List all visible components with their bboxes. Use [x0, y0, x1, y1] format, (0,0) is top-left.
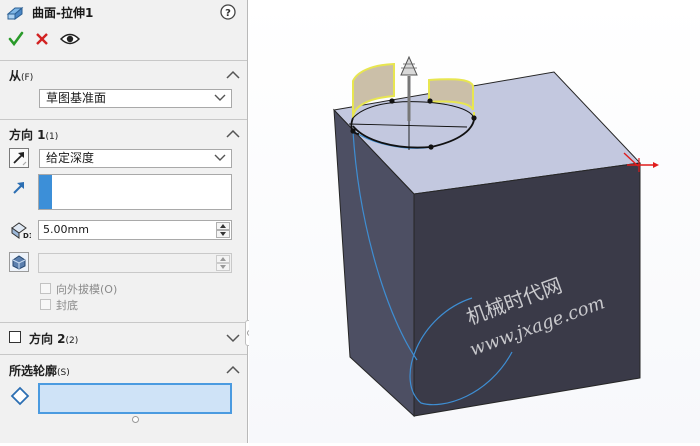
expand-chevron-icon[interactable]: [226, 333, 240, 343]
collapse-chevron-icon[interactable]: [226, 70, 240, 80]
svg-text:D1: D1: [23, 232, 31, 240]
sketch-point[interactable]: [350, 128, 356, 134]
depth-input[interactable]: 5.00mm: [38, 220, 232, 240]
draft-outward-checkbox[interactable]: [40, 283, 51, 294]
model-view[interactable]: 机械时代网 www.jxage.com: [249, 0, 700, 443]
resize-handle[interactable]: [132, 416, 139, 423]
graphics-viewport[interactable]: 机械时代网 www.jxage.com: [249, 0, 700, 443]
direction2-checkbox[interactable]: [9, 331, 21, 343]
from-section-title[interactable]: 从(F): [9, 67, 33, 84]
sketch-point[interactable]: [428, 144, 434, 150]
section-divider: [0, 354, 247, 355]
direction1-section-title[interactable]: 方向 1(1): [9, 126, 58, 143]
sketch-point[interactable]: [471, 115, 477, 121]
depth-dimension-icon: D1: [11, 222, 31, 240]
surface-extrude-icon: [6, 6, 24, 20]
reverse-direction-button[interactable]: [9, 148, 29, 168]
drag-arrow-head-icon[interactable]: [400, 55, 418, 76]
cap-end-label: 封底: [56, 299, 78, 312]
decrement-button[interactable]: [216, 230, 230, 238]
selected-contours-section-title[interactable]: 所选轮廓(S): [9, 362, 70, 379]
draft-angle-input[interactable]: [38, 253, 232, 273]
increment-button[interactable]: [216, 255, 230, 263]
reverse-direction-icon: [13, 152, 27, 166]
section-divider: [0, 60, 247, 61]
feature-title: 曲面-拉伸1: [32, 6, 94, 20]
contour-selection-icon: [10, 386, 30, 406]
contours-selection-box[interactable]: [38, 383, 232, 414]
down-arrow-icon: [220, 265, 226, 269]
up-arrow-icon: [220, 257, 226, 261]
chevron-down-icon: [214, 154, 226, 161]
chevron-down-icon: [214, 94, 226, 101]
collapse-chevron-icon[interactable]: [226, 129, 240, 139]
preview-eye-button[interactable]: [60, 32, 80, 46]
triad-arrow-icon: [653, 162, 659, 168]
draft-outward-label: 向外拔模(O): [56, 283, 118, 296]
collapse-chevron-icon[interactable]: [226, 365, 240, 375]
section-divider: [0, 322, 247, 323]
sketch-point[interactable]: [427, 98, 433, 104]
start-condition-select[interactable]: 草图基准面: [39, 89, 232, 108]
active-selection-indicator: [39, 175, 52, 209]
svg-text:?: ?: [225, 8, 231, 19]
up-arrow-icon: [220, 224, 226, 228]
section-divider: [0, 119, 247, 120]
property-manager-panel: 曲面-拉伸1 ? 从(F) 草图基准面 方向 1(1) 给定深度 D 5.00m…: [0, 0, 248, 443]
cancel-button[interactable]: [35, 32, 49, 46]
draft-toggle-button[interactable]: [9, 252, 29, 272]
help-icon[interactable]: ?: [220, 4, 236, 20]
sketch-point[interactable]: [389, 98, 395, 104]
down-arrow-icon: [220, 232, 226, 236]
cap-end-checkbox[interactable]: [40, 299, 51, 310]
direction-vector-icon: [13, 182, 24, 194]
end-condition-select[interactable]: 给定深度: [39, 149, 232, 168]
ok-button[interactable]: [8, 31, 24, 47]
decrement-button[interactable]: [216, 263, 230, 271]
direction-selection-box[interactable]: [38, 174, 232, 210]
increment-button[interactable]: [216, 222, 230, 230]
direction2-section-title[interactable]: 方向 2(2): [29, 330, 78, 347]
draft-icon: [12, 255, 26, 270]
